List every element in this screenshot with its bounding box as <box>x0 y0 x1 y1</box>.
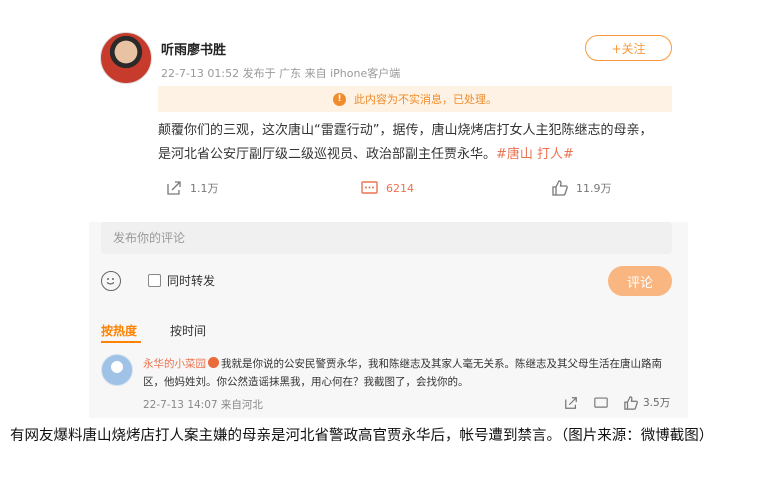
post-body: 颠覆你们的三观，这次唐山“雷霆行动”，据传，唐山烧烤店打女人主犯陈继志的母亲，是… <box>158 123 653 162</box>
tab-sort-by-hot[interactable]: 按热度 <box>101 322 137 339</box>
comment-like-button[interactable]: 3.5万 <box>624 395 670 410</box>
notice-text: 此内容为不实消息，已处理。 <box>354 93 497 106</box>
comment-actions: 3.5万 <box>564 395 670 410</box>
post-meta: 22-7-13 01:52 发布于 广东 来自 iPhone客户端 <box>161 67 401 80</box>
commenter-avatar[interactable] <box>101 354 133 386</box>
comment-meta: 22-7-13 14:07 来自河北 <box>143 399 263 411</box>
warning-icon: ! <box>333 92 346 106</box>
post-text: 颠覆你们的三观，这次唐山“雷霆行动”，据传，唐山烧烤店打女人主犯陈继志的母亲，是… <box>158 119 658 167</box>
submit-comment-button[interactable]: 评论 <box>608 266 672 296</box>
comment-count-button[interactable]: 6214 <box>361 180 414 196</box>
image-caption: 有网友爆料唐山烧烤店打人案主嫌的母亲是河北省警政高官贾永华后，帐号遭到禁言。（图… <box>10 428 714 444</box>
comment-body: 永华的小菜园 我就是你说的公安民警贾永华，我和陈继志及其家人毫无关系。陈继志及其父… <box>143 355 673 391</box>
share-count: 1.1万 <box>190 182 219 195</box>
follow-button[interactable]: +关注 <box>585 35 672 61</box>
hashtag-link[interactable]: #唐山 打人# <box>496 147 574 162</box>
emoji-icon[interactable] <box>101 271 121 291</box>
commenter-username[interactable]: 永华的小菜园 <box>143 358 206 370</box>
poster-avatar[interactable] <box>100 32 152 84</box>
comment-share-icon[interactable] <box>564 396 578 410</box>
comment-like-count: 3.5万 <box>643 397 671 409</box>
comment-icon <box>361 181 378 194</box>
repost-checkbox[interactable] <box>148 274 161 287</box>
like-button[interactable]: 11.9万 <box>552 180 612 196</box>
comment-text: 我就是你说的公安民警贾永华，我和陈继志及其家人毫无关系。陈继志及其父母生活在唐山… <box>143 358 662 388</box>
repost-checkbox-row[interactable]: 同时转发 <box>148 272 215 289</box>
like-count: 11.9万 <box>576 182 612 195</box>
tab-sort-by-time[interactable]: 按时间 <box>170 322 206 339</box>
comment-reply-icon[interactable] <box>594 396 608 410</box>
poster-username[interactable]: 听雨廖书胜 <box>161 39 226 58</box>
comment-count: 6214 <box>386 181 414 195</box>
misinformation-notice: ! 此内容为不实消息，已处理。 <box>158 86 672 112</box>
active-tab-indicator <box>101 341 141 343</box>
repost-label: 同时转发 <box>167 274 216 288</box>
share-icon <box>167 181 181 195</box>
thumbs-up-icon <box>552 180 568 196</box>
share-button[interactable]: 1.1万 <box>166 180 219 196</box>
comment-thumbs-up-icon <box>624 395 638 410</box>
verified-badge-icon <box>208 357 219 368</box>
comment-input[interactable]: 发布你的评论 <box>101 222 672 254</box>
